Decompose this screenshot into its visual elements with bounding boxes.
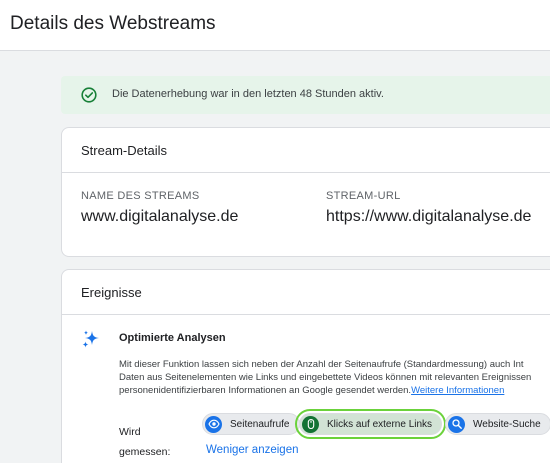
check-circle-icon — [81, 87, 97, 103]
more-info-link[interactable]: Weitere Informationen — [411, 385, 504, 396]
stream-url-label: STREAM-URL — [326, 190, 401, 202]
stream-details-card: Stream-Details NAME DES STREAMS www.digi… — [61, 127, 550, 257]
search-icon — [448, 415, 465, 433]
feature-description: Mit dieser Funktion lassen sich neben de… — [119, 358, 550, 397]
status-banner: Die Datenerhebung war in den letzten 48 … — [61, 76, 550, 114]
feature-title: Optimierte Analysen — [119, 332, 226, 344]
events-header: Ereignisse — [62, 270, 550, 315]
measured-label-line: Wird — [119, 426, 141, 438]
events-title: Ereignisse — [81, 285, 142, 300]
description-line: personenidentifizierbaren Informationen … — [119, 384, 550, 397]
stream-url-value: https://www.digitalanalyse.de — [326, 208, 532, 225]
chip-label: Klicks auf externe Links — [327, 418, 433, 430]
events-card: Ereignisse Optimierte Analysen Mit diese… — [61, 269, 550, 463]
stream-details-title: Stream-Details — [81, 143, 167, 158]
banner-text: Die Datenerhebung war in den letzten 48 … — [112, 88, 384, 100]
stream-name-value: www.digitalanalyse.de — [81, 208, 239, 225]
mouse-icon — [302, 415, 319, 433]
chip-outbound-clicks[interactable]: Klicks auf externe Links — [294, 409, 447, 439]
top-bar: Details des Webstreams — [0, 0, 550, 51]
measured-label-line: gemessen: — [119, 446, 171, 458]
stream-name-label: NAME DES STREAMS — [81, 190, 200, 202]
description-text: personenidentifizierbaren Informationen … — [119, 385, 412, 396]
eye-icon — [205, 415, 222, 433]
show-less-link[interactable]: Weniger anzeigen — [206, 444, 299, 456]
measured-label: Wird gemessen: — [119, 422, 170, 462]
chip-page-views[interactable]: Seitenaufrufe — [202, 413, 300, 435]
chip-label: Seitenaufrufe — [230, 418, 290, 430]
chip-site-search[interactable]: Website-Suche — [445, 413, 550, 435]
description-line: Daten aus Seitenelementen wie Links und … — [119, 372, 532, 383]
chip-label: Website-Suche — [473, 418, 541, 430]
description-line: Mit dieser Funktion lassen sich neben de… — [119, 359, 524, 370]
stream-details-header: Stream-Details — [62, 128, 550, 173]
page-title: Details des Webstreams — [10, 13, 216, 34]
sparkle-icon — [82, 330, 99, 348]
